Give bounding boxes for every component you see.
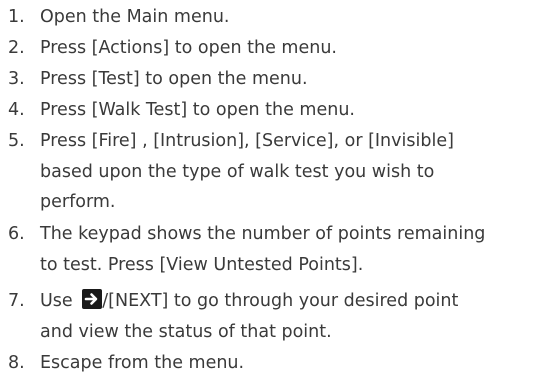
step-line: The keypad shows the number of points re… (40, 224, 486, 244)
step-number: 1. (8, 7, 25, 27)
step-number: 6. (8, 224, 25, 244)
step-text: Escape from the menu. (40, 348, 544, 379)
step-line: Escape from the menu. (40, 353, 245, 373)
step-5: 5. Press [Fire] , [Intrusion], [Service]… (0, 126, 544, 218)
step-line-suffix: /[NEXT] to go through your desired point (102, 291, 459, 311)
step-1: 1. Open the Main menu. (0, 2, 544, 33)
step-number: 2. (8, 38, 25, 58)
step-line: perform. (40, 192, 116, 212)
step-text: Press [Walk Test] to open the menu. (40, 95, 544, 126)
step-text: Open the Main menu. (40, 2, 544, 33)
step-line: Use /[NEXT] to go through your desired p… (40, 286, 544, 317)
step-8: 8. Escape from the menu. (0, 348, 544, 379)
step-text: Press [Actions] to open the menu. (40, 33, 544, 64)
step-text: Use /[NEXT] to go through your desired p… (40, 286, 544, 347)
step-6: 6. The keypad shows the number of points… (0, 219, 544, 280)
step-line: based upon the type of walk test you wis… (40, 161, 435, 182)
step-line-prefix: Use (40, 291, 79, 311)
step-line: Open the Main menu. (40, 7, 230, 27)
step-7: 7. Use /[NEXT] to go through your desire… (0, 286, 544, 347)
step-3: 3. Press [Test] to open the menu. (0, 64, 544, 95)
step-line: Press [Walk Test] to open the menu. (40, 100, 355, 120)
step-text: The keypad shows the number of points re… (40, 219, 544, 280)
step-number: 3. (8, 69, 25, 89)
step-text: Press [Test] to open the menu. (40, 64, 544, 95)
step-4: 4. Press [Walk Test] to open the menu. (0, 95, 544, 126)
step-2: 2. Press [Actions] to open the menu. (0, 33, 544, 64)
step-number: 4. (8, 100, 25, 120)
step-number: 5. (8, 131, 25, 151)
step-line: Press [Actions] to open the menu. (40, 38, 337, 58)
step-number: 7. (8, 291, 25, 311)
step-line: to test. Press [View Untested Points]. (40, 254, 364, 275)
step-number: 8. (8, 353, 25, 373)
right-arrow-icon (82, 289, 103, 309)
step-line: Press [Test] to open the menu. (40, 69, 308, 89)
step-text: Press [Fire] , [Intrusion], [Service], o… (40, 126, 544, 218)
step-line: Press [Fire] , [Intrusion], [Service], o… (40, 131, 454, 151)
step-line: and view the status of that point. (40, 321, 332, 342)
